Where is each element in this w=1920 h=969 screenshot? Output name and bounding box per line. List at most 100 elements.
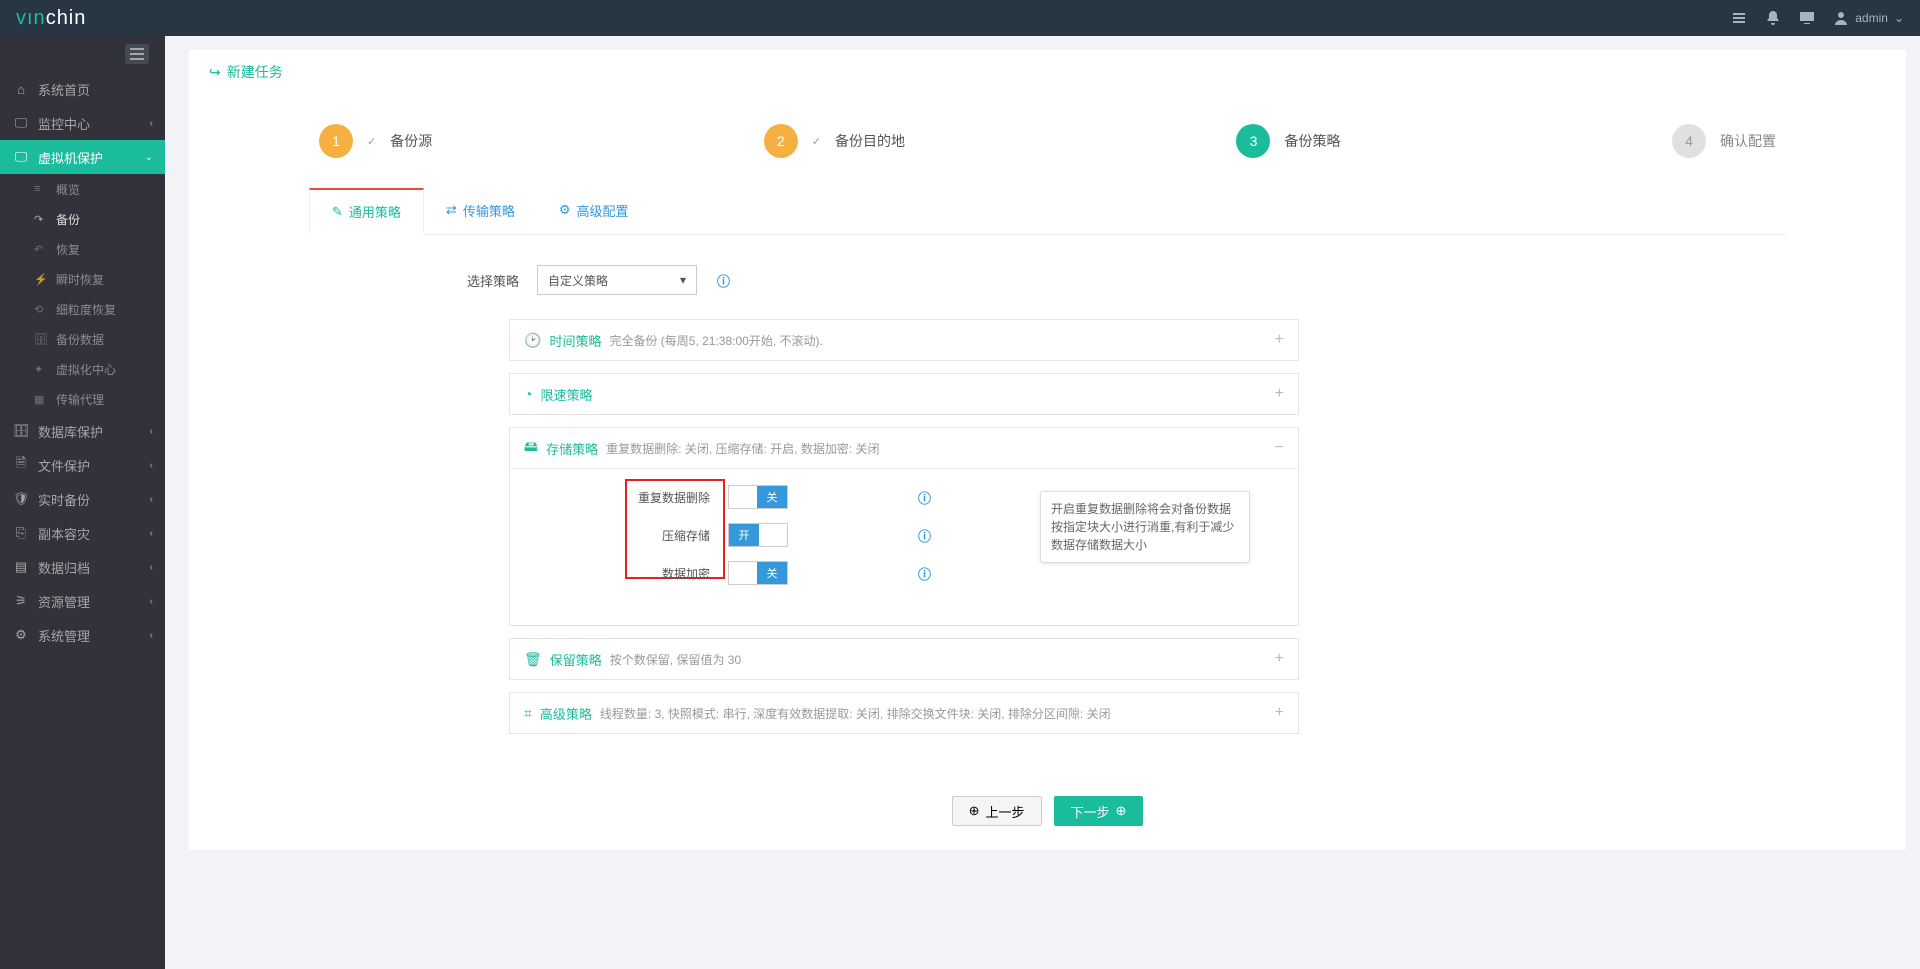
step-label: 备份源: [390, 131, 432, 151]
compress-label: 压缩存储: [610, 527, 710, 544]
chevron-icon: ‹: [150, 494, 153, 505]
accordion-retain: 🗑 保留策略 按个数保留, 保留值为 30 +: [509, 638, 1299, 680]
nav-icon: ⎘: [14, 525, 28, 541]
tab-2[interactable]: ⚙高级配置: [537, 188, 651, 234]
arrow-right-icon: ⊕: [1116, 803, 1127, 819]
minus-icon: −: [1275, 439, 1284, 457]
chevron-icon: ‹: [150, 118, 153, 129]
user-menu[interactable]: admin ⌄: [1833, 10, 1904, 26]
sub-item-4[interactable]: ⟲细粒度恢复: [0, 294, 165, 324]
sub-item-1[interactable]: ↷备份: [0, 204, 165, 234]
sub-icon: ▦: [34, 393, 48, 406]
sub-icon: ≡: [34, 183, 48, 195]
step-label: 备份目的地: [835, 131, 905, 151]
arrow-left-icon: ⊕: [969, 803, 980, 819]
tab-icon: ⇄: [446, 202, 457, 218]
disk-icon: 🖴: [524, 436, 538, 460]
share-icon: ↪: [209, 64, 221, 80]
prev-button[interactable]: ⊕ 上一步: [952, 796, 1042, 826]
accordion-time: 🕑 时间策略 完全备份 (每周5, 21:38:00开始, 不滚动). +: [509, 319, 1299, 361]
accordion-advanced-head[interactable]: ⌗ 高级策略 线程数量: 3, 快照模式: 串行, 深度有效数据提取: 关闭, …: [510, 693, 1298, 733]
wizard-footer: ⊕ 上一步 下一步 ⊕: [189, 776, 1906, 850]
nav-icon: 🖵: [14, 115, 28, 131]
select-policy-dropdown[interactable]: 自定义策略 ▾: [537, 265, 697, 295]
nav-item-4[interactable]: 🗎文件保护‹: [0, 448, 165, 482]
dedup-toggle[interactable]: 关: [728, 485, 788, 509]
sub-item-3[interactable]: ⚡瞬时恢复: [0, 264, 165, 294]
sub-icon: ↶: [34, 243, 48, 256]
sub-item-7[interactable]: ▦传输代理: [0, 384, 165, 414]
info-icon[interactable]: ⓘ: [717, 271, 730, 290]
page-title: 新建任务: [227, 64, 283, 80]
nav-item-9[interactable]: ⚙系统管理‹: [0, 618, 165, 652]
plus-icon: +: [1275, 331, 1284, 349]
sidebar-collapse: [0, 36, 165, 72]
step-label: 备份策略: [1284, 131, 1340, 151]
sub-icon: ↷: [34, 213, 48, 226]
clock-icon: 🕑: [524, 332, 541, 349]
encrypt-toggle[interactable]: 关: [728, 561, 788, 585]
step-1: 2✓备份目的地: [764, 124, 905, 158]
sidebar: ⌂系统首页🖵监控中心‹🖵虚拟机保护⌄≡概览↷备份↶恢复⚡瞬时恢复⟲细粒度恢复🗄备…: [0, 36, 165, 969]
nav-item-7[interactable]: ▤数据归档‹: [0, 550, 165, 584]
step-2: 3 备份策略: [1236, 124, 1340, 158]
accordion-advanced: ⌗ 高级策略 线程数量: 3, 快照模式: 串行, 深度有效数据提取: 关闭, …: [509, 692, 1299, 734]
nav-icon: 🖵: [14, 149, 28, 165]
step-0: 1✓备份源: [319, 124, 432, 158]
brand-logo: vınchin: [16, 7, 86, 30]
nav-item-1[interactable]: 🖵监控中心‹: [0, 106, 165, 140]
accordion-time-head[interactable]: 🕑 时间策略 完全备份 (每周5, 21:38:00开始, 不滚动). +: [510, 320, 1298, 360]
nav-item-5[interactable]: 🛡实时备份‹: [0, 482, 165, 516]
accordion-speed: ◔ 限速策略 +: [509, 373, 1299, 415]
sub-icon: ✦: [34, 363, 48, 376]
nav-item-6[interactable]: ⎘副本容灾‹: [0, 516, 165, 550]
wizard-steps: 1✓备份源2✓备份目的地3备份策略4确认配置: [309, 104, 1786, 188]
user-icon: [1833, 10, 1849, 26]
compress-toggle[interactable]: 开: [728, 523, 788, 547]
chevron-icon: ⌄: [145, 152, 153, 163]
dedup-label: 重复数据删除: [610, 489, 710, 506]
info-icon[interactable]: ⓘ: [918, 564, 931, 583]
sub-item-6[interactable]: ✦虚拟化中心: [0, 354, 165, 384]
tab-0[interactable]: ✎通用策略: [309, 188, 424, 235]
plus-icon: +: [1275, 704, 1284, 722]
info-icon[interactable]: ⓘ: [918, 526, 931, 545]
sub-icon: 🗄: [34, 333, 48, 346]
nav-item-8[interactable]: ⚞资源管理‹: [0, 584, 165, 618]
chevron-icon: ‹: [150, 460, 153, 471]
sub-item-0[interactable]: ≡概览: [0, 174, 165, 204]
step-num: 4: [1672, 124, 1706, 158]
nav-item-2[interactable]: 🖵虚拟机保护⌄: [0, 140, 165, 174]
gauge-icon: ◔: [524, 386, 532, 402]
accordion-storage-head[interactable]: 🖴 存储策略 重复数据删除: 关闭, 压缩存储: 开启, 数据加密: 关闭 −: [510, 428, 1298, 468]
nav-item-3[interactable]: 🗄数据库保护‹: [0, 414, 165, 448]
hamburger-icon[interactable]: [125, 44, 149, 64]
accordion-retain-head[interactable]: 🗑 保留策略 按个数保留, 保留值为 30 +: [510, 639, 1298, 679]
accordion-speed-head[interactable]: ◔ 限速策略 +: [510, 374, 1298, 414]
nav-icon: ⌂: [14, 82, 28, 97]
nav-item-0[interactable]: ⌂系统首页: [0, 72, 165, 106]
sub-item-2[interactable]: ↶恢复: [0, 234, 165, 264]
nav-icon: ⚞: [14, 593, 28, 609]
main-content: ↪新建任务 1✓备份源2✓备份目的地3备份策略4确认配置 ✎通用策略⇄传输策略⚙…: [165, 36, 1920, 969]
retain-icon: 🗑: [524, 651, 542, 668]
nav-icon: ⚙: [14, 627, 28, 643]
chevron-icon: ‹: [150, 528, 153, 539]
bell-icon[interactable]: [1765, 10, 1781, 26]
chevron-down-icon: ⌄: [1894, 11, 1904, 25]
check-icon: ✓: [812, 135, 821, 148]
tab-1[interactable]: ⇄传输策略: [424, 188, 537, 234]
info-icon[interactable]: ⓘ: [918, 488, 931, 507]
policy-tabs: ✎通用策略⇄传输策略⚙高级配置: [309, 188, 1786, 235]
monitor-icon[interactable]: [1799, 10, 1815, 26]
step-num: 3: [1236, 124, 1270, 158]
plus-icon: +: [1275, 385, 1284, 403]
step-3: 4确认配置: [1672, 124, 1776, 158]
grid-icon: ⌗: [524, 705, 532, 722]
list-icon[interactable]: [1731, 10, 1747, 26]
next-button[interactable]: 下一步 ⊕: [1054, 796, 1144, 826]
accordion-storage: 🖴 存储策略 重复数据删除: 关闭, 压缩存储: 开启, 数据加密: 关闭 − …: [509, 427, 1299, 626]
sub-item-5[interactable]: 🗄备份数据: [0, 324, 165, 354]
app-header: vınchin admin ⌄: [0, 0, 1920, 36]
chevron-icon: ‹: [150, 426, 153, 437]
